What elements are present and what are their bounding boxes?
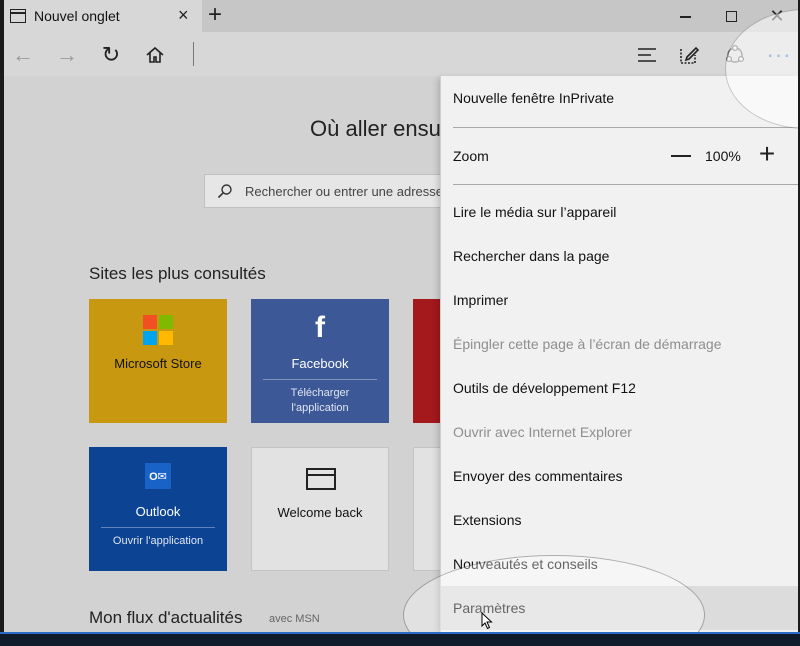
menu-item-pin-to-start: Épingler cette page à l’écran de démarra… xyxy=(453,336,722,352)
close-icon: ✕ xyxy=(769,6,785,26)
minus-icon xyxy=(671,155,691,157)
tile-facebook[interactable]: f Facebook Télécharger l'application xyxy=(251,299,389,423)
menu-item-cast-media[interactable]: Lire le média sur l’appareil xyxy=(441,190,798,234)
tile-sub-link[interactable]: Télécharger l'application xyxy=(263,379,377,416)
share-icon xyxy=(725,44,745,63)
new-tab-page-icon xyxy=(10,9,26,23)
forward-button[interactable]: → xyxy=(50,40,84,70)
news-feed-heading: Mon flux d'actualités xyxy=(89,608,243,627)
browser-window: Nouvel onglet × + ✕ ← → ↻ ··· Où aller e… xyxy=(2,0,798,632)
settings-menu: Nouvelle fenêtre InPrivate Zoom 100% + L… xyxy=(440,76,798,632)
tile-label: Welcome back xyxy=(277,505,363,520)
refresh-icon: ↻ xyxy=(101,42,121,67)
arrow-left-icon: ← xyxy=(12,42,34,67)
refresh-button[interactable]: ↻ xyxy=(94,40,128,70)
browser-window-icon xyxy=(306,468,336,490)
zoom-label: Zoom xyxy=(453,148,489,164)
close-window-button[interactable]: ✕ xyxy=(754,2,798,30)
menu-item-developer-tools[interactable]: Outils de développement F12 xyxy=(441,366,798,410)
outlook-logo-icon: O✉ xyxy=(145,463,171,489)
web-note-button[interactable] xyxy=(672,40,706,70)
tab-close-icon[interactable]: × xyxy=(178,6,189,24)
facebook-logo-icon: f xyxy=(315,311,325,344)
menu-item-inprivate[interactable]: Nouvelle fenêtre InPrivate xyxy=(441,76,798,120)
menu-item-open-with-ie: Ouvrir avec Internet Explorer xyxy=(453,424,632,440)
page-heading: Où aller ensu xyxy=(310,116,441,141)
tile-label: Microsoft Store xyxy=(114,356,202,371)
tile-partial-red[interactable] xyxy=(413,299,443,423)
zoom-out-button[interactable] xyxy=(669,144,693,168)
hub-icon xyxy=(638,48,656,62)
minimize-icon xyxy=(679,16,691,18)
tile-outlook[interactable]: O✉ Outlook Ouvrir l'application xyxy=(89,447,227,571)
top-sites-heading: Sites les plus consultés xyxy=(89,264,266,283)
tile-microsoft-store[interactable]: Microsoft Store xyxy=(89,299,227,423)
search-placeholder: Rechercher ou entrer une adresse xyxy=(245,184,444,199)
tile-label: Facebook xyxy=(291,356,349,371)
new-tab-button[interactable]: + xyxy=(208,3,222,27)
share-button[interactable] xyxy=(718,40,752,70)
tile-sub-link[interactable]: Ouvrir l'application xyxy=(101,527,215,549)
search-icon xyxy=(217,184,232,199)
tab-nouvel-onglet[interactable]: Nouvel onglet × xyxy=(4,0,202,32)
menu-item-send-feedback[interactable]: Envoyer des commentaires xyxy=(441,454,798,498)
zoom-row: Zoom 100% + xyxy=(441,134,798,178)
hub-button[interactable] xyxy=(630,40,664,70)
menu-item-print[interactable]: Imprimer xyxy=(441,278,798,322)
zoom-level: 100% xyxy=(705,148,741,164)
taskbar xyxy=(0,632,800,646)
microsoft-logo-icon xyxy=(143,315,173,345)
home-button[interactable] xyxy=(138,40,172,70)
zoom-in-button[interactable]: + xyxy=(755,140,779,168)
menu-item-find-on-page[interactable]: Rechercher dans la page xyxy=(441,234,798,278)
web-note-icon xyxy=(680,46,699,64)
tile-label: Outlook xyxy=(135,504,181,519)
menu-item-whats-new[interactable]: Nouveautés et conseils xyxy=(441,542,798,586)
menu-separator xyxy=(453,184,798,185)
more-icon: ··· xyxy=(766,42,792,67)
arrow-right-icon: → xyxy=(56,42,78,67)
more-button[interactable]: ··· xyxy=(762,40,796,70)
minimize-button[interactable] xyxy=(662,2,708,30)
maximize-icon xyxy=(725,10,737,22)
tile-partial-grey[interactable] xyxy=(413,447,443,571)
back-button[interactable]: ← xyxy=(6,40,40,70)
menu-item-settings[interactable]: Paramètres xyxy=(441,586,798,630)
menu-item-extensions[interactable]: Extensions xyxy=(441,498,798,542)
tile-welcome-back[interactable]: Welcome back xyxy=(251,447,389,571)
home-icon xyxy=(146,46,164,63)
maximize-button[interactable] xyxy=(708,2,754,30)
title-bar: Nouvel onglet × + ✕ xyxy=(4,0,798,32)
nav-divider xyxy=(193,42,194,66)
tab-title: Nouvel onglet xyxy=(34,8,120,24)
menu-separator xyxy=(453,127,798,128)
navigation-bar: ← → ↻ ··· xyxy=(4,32,798,76)
news-feed-source: avec MSN xyxy=(269,613,320,625)
